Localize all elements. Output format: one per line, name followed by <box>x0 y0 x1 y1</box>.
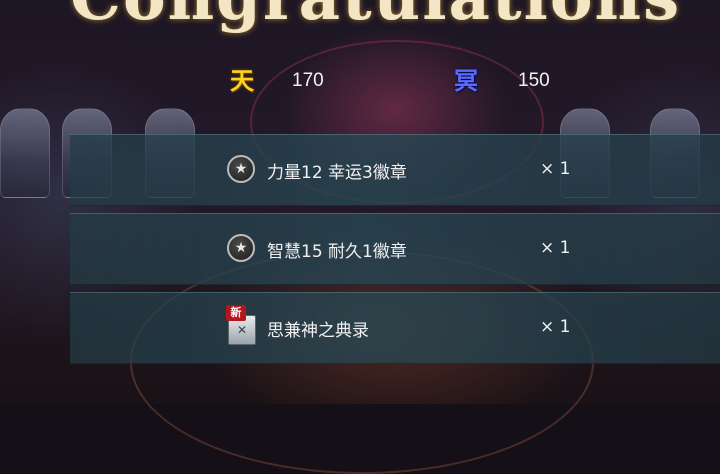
background-pillar <box>0 108 50 198</box>
ming-currency-icon: 冥 <box>454 67 478 95</box>
reward-item-name: 思兼神之典录 <box>267 321 369 341</box>
reward-item-name: 力量12 幸运3徽章 <box>267 163 407 183</box>
reward-item-quantity: × 1 <box>540 317 571 337</box>
tian-currency-icon: 天 <box>230 67 254 95</box>
ming-currency-value: 150 <box>518 70 550 91</box>
reward-item-quantity: × 1 <box>540 159 571 179</box>
congratulations-title: Congratulations <box>70 0 681 35</box>
reward-row[interactable]: ★ 智慧15 耐久1徽章 × 1 <box>70 213 720 285</box>
reward-item-name: 智慧15 耐久1徽章 <box>267 242 407 262</box>
reward-item-quantity: × 1 <box>540 238 571 258</box>
badge-icon: ★ <box>227 155 255 183</box>
reward-row[interactable]: ✕ 新 思兼神之典录 × 1 <box>70 292 720 364</box>
book-icon: ✕ 新 <box>226 305 256 345</box>
tian-currency-value: 170 <box>292 70 324 91</box>
new-tag: 新 <box>226 305 246 321</box>
reward-row[interactable]: ★ 力量12 幸运3徽章 × 1 <box>70 134 720 206</box>
badge-icon: ★ <box>227 234 255 262</box>
